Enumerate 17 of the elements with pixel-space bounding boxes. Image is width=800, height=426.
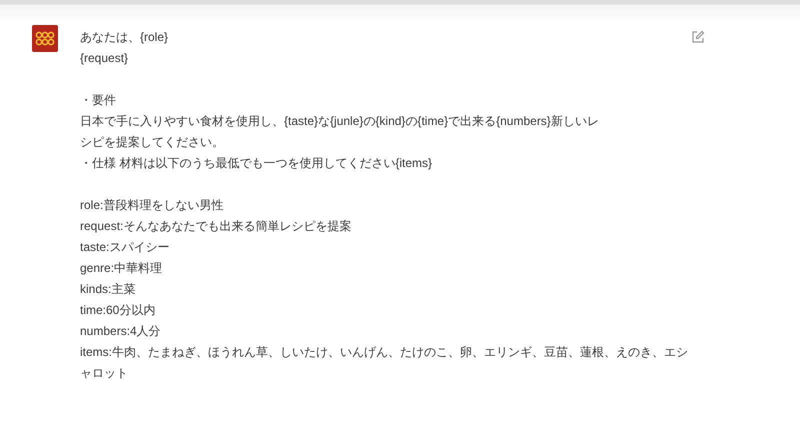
message-text: taste:スパイシー: [80, 239, 170, 256]
message-text: role:普段料理をしない男性: [80, 197, 224, 214]
message-text: ・仕様 材料は以下のうち最低でも一つを使用してください{items}: [80, 155, 432, 172]
message-text: genre:中華料理: [80, 260, 162, 277]
message-text: numbers:4人分: [80, 323, 161, 340]
message-text: シピを提案してください。: [80, 134, 224, 151]
message-text: 日本で手に入りやすい食材を使用し、{taste}な{junle}の{kind}の{time}で出来る{numbers}新しいレ: [80, 113, 599, 130]
message-text: あなたは、{role}: [80, 29, 168, 46]
message-text: {request}: [80, 50, 128, 67]
avatar-icon: [32, 25, 58, 52]
message-text: kinds:主菜: [80, 281, 136, 298]
message-text: items:牛肉、たまねぎ、ほうれん草、しいたけ、いんげん、たけのこ、卵、エリンギ、豆苗、蓮根、えのき、エシ: [80, 344, 688, 361]
message-text: time:60分以内: [80, 302, 156, 319]
message-text: ャロット: [80, 365, 128, 382]
message-text: ・要件: [80, 92, 116, 109]
edit-icon[interactable]: [691, 30, 705, 44]
message-text: request:そんなあなたでも出来る簡単レシピを提案: [80, 218, 352, 235]
